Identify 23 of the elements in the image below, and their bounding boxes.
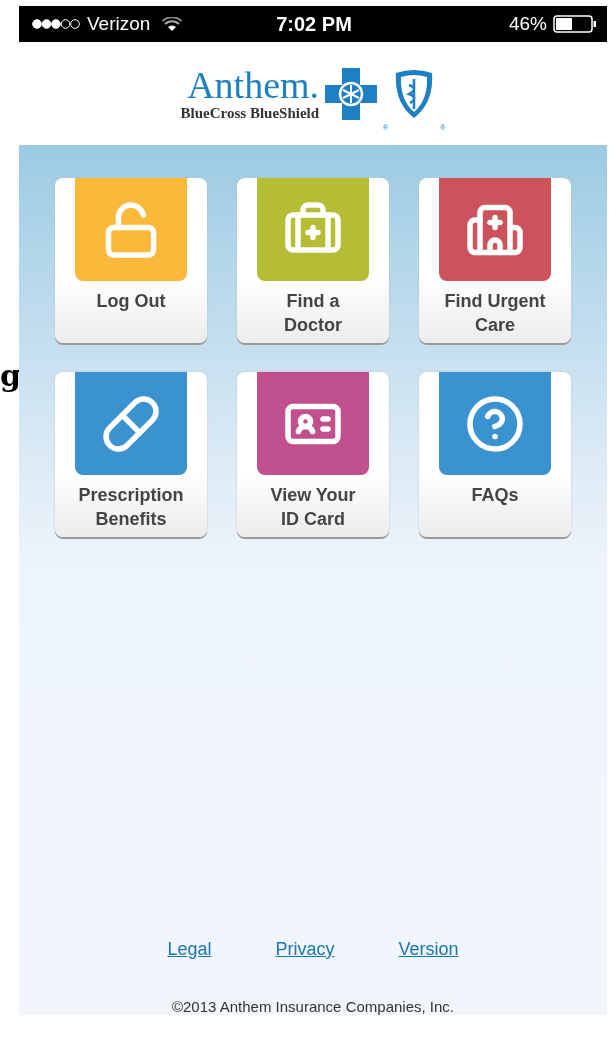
footer-link[interactable]: Version — [398, 939, 459, 960]
menu-tile[interactable]: Log Out — [55, 178, 207, 343]
menu-tile[interactable]: Find Urgent Care — [419, 178, 571, 343]
battery-percent: 46% — [508, 13, 547, 35]
shield-logo-icon — [394, 68, 435, 119]
menu-tile[interactable]: View Your ID Card — [237, 372, 389, 537]
signal-icon — [31, 18, 81, 30]
wifi-icon — [162, 16, 183, 32]
clock-time: 7:02 PM — [276, 12, 352, 36]
battery-icon — [553, 15, 597, 33]
pill-icon — [101, 393, 161, 454]
help-icon — [465, 393, 525, 454]
stray-letter: g — [0, 358, 21, 393]
menu-tile[interactable]: Prescription Benefits — [55, 372, 207, 537]
footer-link[interactable]: Privacy — [275, 939, 335, 960]
cross-logo-icon — [325, 67, 378, 120]
copyright-text: ©2013 Anthem Insurance Companies, Inc. — [171, 998, 455, 1015]
brand-tagline: BlueCross BlueShield — [180, 105, 320, 122]
footer-link[interactable]: Legal — [167, 939, 212, 960]
menu-tile[interactable]: FAQs — [419, 372, 571, 537]
carrier-name: Verizon — [87, 13, 151, 35]
menu-tile[interactable]: Find a Doctor — [237, 178, 389, 343]
brand-wordmark: Anthem. — [187, 65, 320, 105]
